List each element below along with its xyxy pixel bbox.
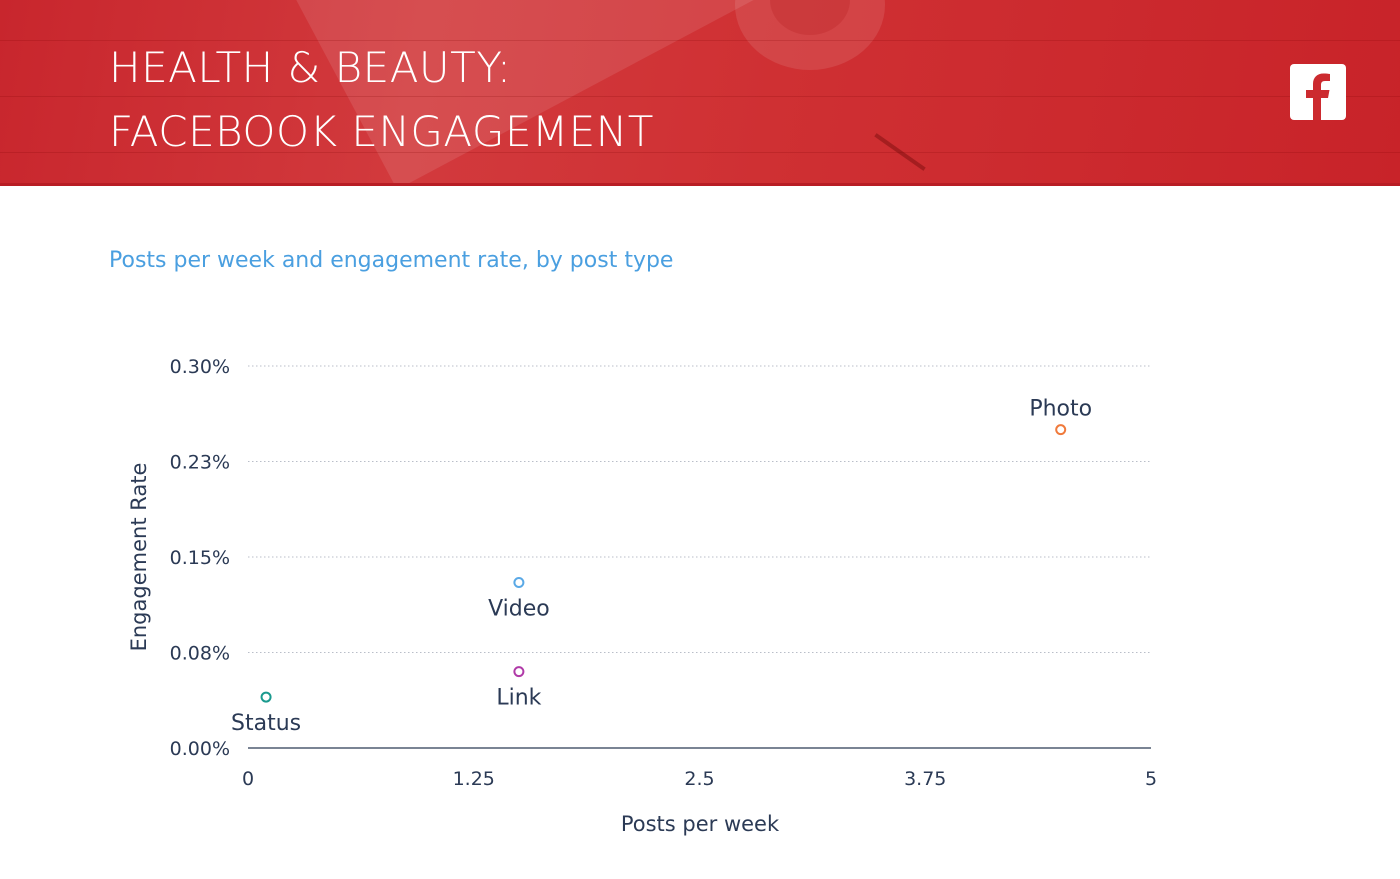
- data-point-photo: [1055, 424, 1067, 436]
- x-tick-label: 5: [1145, 768, 1157, 790]
- data-point-video: [513, 576, 525, 588]
- data-label-link: Link: [496, 686, 541, 711]
- x-tick-label: 3.75: [904, 768, 946, 790]
- x-tick-label: 1.25: [453, 768, 495, 790]
- data-point-link: [513, 666, 525, 678]
- data-label-photo: Photo: [1029, 397, 1092, 422]
- y-tick-label: 0.08%: [170, 643, 230, 665]
- x-tick-label: 2.5: [684, 768, 714, 790]
- data-point-status: [260, 691, 272, 703]
- data-label-video: Video: [488, 596, 550, 621]
- y-tick-label: 0.30%: [170, 356, 230, 378]
- x-axis-label: Posts per week: [621, 812, 780, 836]
- x-tick-label: 0: [242, 768, 254, 790]
- y-tick-label: 0.23%: [170, 452, 230, 474]
- scatter-chart: 0.00% 0.08% 0.15% 0.23% 0.30% 0 1.25 2.5 3.75 5 P…: [127, 356, 1157, 836]
- y-tick-label: 0.15%: [170, 547, 230, 569]
- data-label-status: Status: [231, 711, 301, 736]
- y-axis-label: Engagement Rate: [127, 463, 151, 652]
- y-tick-label: 0.00%: [170, 738, 230, 760]
